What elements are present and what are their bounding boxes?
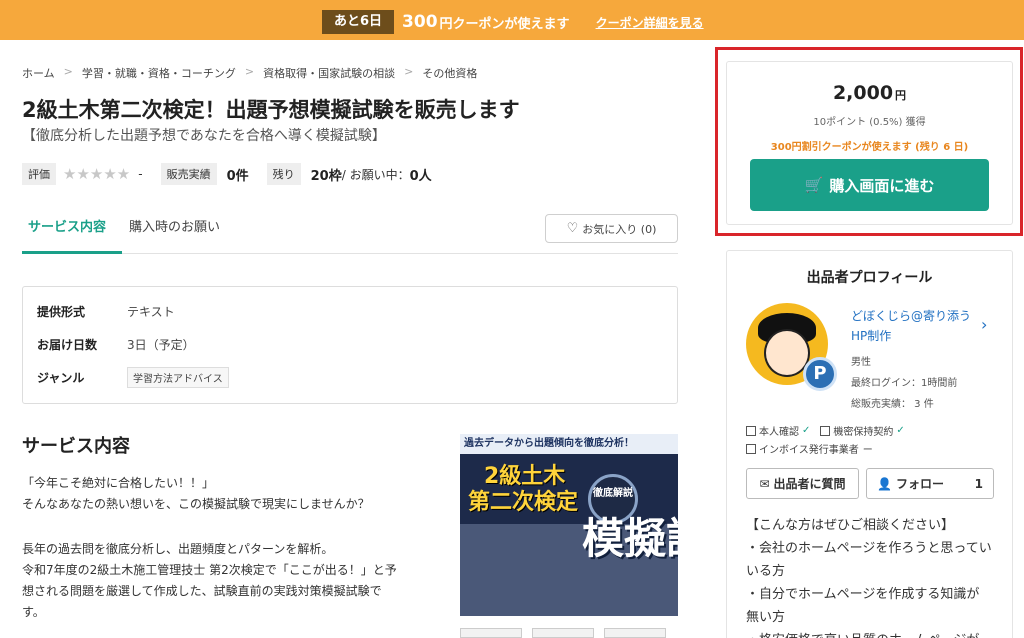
breadcrumb-separator: > xyxy=(404,65,414,78)
message-icon: ✉ xyxy=(759,476,770,491)
spec-row-delivery: お届け日数 3日（予定） xyxy=(37,336,195,353)
star-icon: ★★★★★ xyxy=(63,165,131,183)
seller-gender: 男性 xyxy=(851,357,871,368)
favorite-label: お気に入り (0) xyxy=(582,222,657,236)
profile-description-line: 【こんな方はぜひご相談ください】 xyxy=(746,518,955,533)
lock-icon xyxy=(820,425,831,436)
product-image-main-text: 模擬試験 xyxy=(582,514,678,563)
content-line: 令和7年度の2級土木施工管理技士 第2次検定で「ここが出る！」と予 xyxy=(22,563,397,577)
profile-description-line: ・格安価格で高い品質のホームページが xyxy=(746,629,979,638)
breadcrumb-item-qualification[interactable]: 資格取得・国家試験の相談 xyxy=(263,65,395,81)
remain-label: 残り xyxy=(266,163,301,185)
follow-label: フォロー xyxy=(895,477,944,491)
thumbnail[interactable] xyxy=(532,628,594,638)
check-icon: ✓ xyxy=(802,425,811,436)
seller-name-link[interactable]: どぼくじら@寄り添うHP制作 xyxy=(851,306,977,346)
banner-amount-suffix: 円クーポンが使えます xyxy=(439,16,570,32)
breadcrumb-item-learning[interactable]: 学習・就職・資格・コーチング xyxy=(82,65,236,81)
price-unit: 円 xyxy=(895,89,907,102)
breadcrumb: ホーム > 学習・就職・資格・コーチング > 資格取得・国家試験の相談 > その… xyxy=(22,65,477,81)
id-card-icon xyxy=(746,425,756,436)
breadcrumb-item-home[interactable]: ホーム xyxy=(22,65,55,81)
tab-service-content[interactable]: サービス内容 xyxy=(22,212,122,254)
seller-profile-card: 出品者プロフィール P どぼくじら@寄り添うHP制作 › 男性 最終ログイン：1… xyxy=(726,250,1013,638)
ask-seller-label: 出品者に質問 xyxy=(773,477,846,491)
buy-button[interactable]: 🛒 購入画面に進む xyxy=(750,159,989,211)
cart-icon: 🛒 xyxy=(804,176,824,194)
verification-label: 本人確認 xyxy=(759,427,799,438)
user-plus-icon: 👤 xyxy=(877,476,892,491)
price-card: 2,000 円 10ポイント (0.5%) 獲得 300円割引クーポンが使えます … xyxy=(726,61,1013,225)
favorite-button[interactable]: ♡ お気に入り (0) xyxy=(545,214,678,243)
thumbnail[interactable] xyxy=(460,628,522,638)
spec-value: 3日（予定） xyxy=(127,338,195,352)
price-value: 2,000 xyxy=(832,82,894,104)
coupon-note: 300円割引クーポンが使えます (残り 6 日) xyxy=(770,142,969,153)
thumbnail[interactable] xyxy=(604,628,666,638)
section-title: サービス内容 xyxy=(22,436,130,457)
points-earned: 10ポイント (0.5%) 獲得 xyxy=(813,117,926,128)
spec-row-format: 提供形式 テキスト xyxy=(37,303,175,320)
seller-total-sales: 総販売実績： 3 件 xyxy=(851,399,934,410)
spec-value: テキスト xyxy=(127,305,175,319)
spec-label: ジャンル xyxy=(37,371,85,385)
profile-description-line: いる方 xyxy=(746,564,786,579)
product-image-top-text: 過去データから出題傾向を徹底分析！ xyxy=(460,434,678,454)
verification-label: 機密保持契約 xyxy=(833,427,894,438)
remain-value: 20枠 xyxy=(310,168,342,184)
check-icon: ✓ xyxy=(896,425,905,436)
banner-days-left: あと6日 xyxy=(322,10,395,34)
profile-description-line: ・自分でホームページを作成する知識が xyxy=(746,587,980,602)
heart-icon: ♡ xyxy=(566,221,579,236)
spec-label: 提供形式 xyxy=(37,305,86,319)
pro-badge-icon: P xyxy=(803,357,837,391)
profile-description-line: 無い方 xyxy=(746,610,786,625)
verification-label: インボイス発行事業者 xyxy=(759,445,859,456)
banner-content: あと6日 300 円クーポンが使えます クーポン詳細を見る xyxy=(322,10,704,34)
seller-last-login: 最終ログイン：1時間前 xyxy=(851,378,958,389)
product-image-heading2: 第二次検定 xyxy=(468,490,579,515)
content-line: 「今年こそ絶対に合格したい！！」 xyxy=(22,476,215,490)
tab-purchase-request[interactable]: 購入時のお願い xyxy=(129,212,220,254)
profile-description-line: ・会社のホームページを作ろうと思ってい xyxy=(746,541,992,556)
rating-label: 評価 xyxy=(22,163,56,185)
coupon-detail-link[interactable]: クーポン詳細を見る xyxy=(596,14,704,31)
page-subtitle: 【徹底分析した出題予想であなたを合格へ導く模擬試験】 xyxy=(22,128,386,144)
buy-button-label: 購入画面に進む xyxy=(829,176,935,195)
sales-label: 販売実績 xyxy=(160,163,217,185)
thumbnail-strip xyxy=(460,628,676,638)
product-image[interactable]: 過去データから出題傾向を徹底分析！ 2級土木 第二次検定 徹底解説 模擬試験 xyxy=(460,434,678,616)
document-icon xyxy=(746,443,756,454)
spec-label: お届け日数 xyxy=(37,338,98,352)
content-line: 想される問題を厳選して作成した、試験直前の実践対策模擬試験で xyxy=(22,584,382,598)
chevron-right-icon[interactable]: › xyxy=(981,315,987,334)
page-title: 2級土木第二次検定！出題予想模擬試験を販売します xyxy=(22,98,520,122)
request-value: 0人 xyxy=(409,168,432,184)
price: 2,000 円 xyxy=(727,82,1012,104)
breadcrumb-item-other[interactable]: その他資格 xyxy=(422,65,477,81)
breadcrumb-separator: > xyxy=(244,65,255,78)
coupon-banner: あと6日 300 円クーポンが使えます クーポン詳細を見る xyxy=(0,0,1024,40)
spec-box: 提供形式 テキスト お届け日数 3日（予定） ジャンル 学習方法アドバイス xyxy=(22,286,678,404)
breadcrumb-separator: > xyxy=(63,65,73,78)
stats-row: 評価 ★★★★★ - 販売実績 0件 残り 20枠 / お願い中： 0人 xyxy=(22,163,432,185)
follow-count: 1 xyxy=(974,477,983,491)
genre-chip[interactable]: 学習方法アドバイス xyxy=(127,367,229,388)
rating-value: - xyxy=(138,167,143,181)
invoice-value: ー xyxy=(862,445,873,456)
banner-amount: 300 xyxy=(402,12,438,32)
profile-title: 出品者プロフィール xyxy=(806,270,933,286)
sales-value: 0件 xyxy=(226,168,249,184)
content-line: す。 xyxy=(22,605,45,619)
verification-invoice: インボイス発行事業者 ー xyxy=(746,441,873,456)
request-label: / お願い中： xyxy=(341,167,410,182)
follow-button[interactable]: 👤 フォロー 1 xyxy=(866,468,994,499)
verification-identity: 本人確認 ✓ 機密保持契約 ✓ xyxy=(746,423,905,438)
spec-row-genre: ジャンル 学習方法アドバイス xyxy=(37,367,229,388)
ask-seller-button[interactable]: ✉ 出品者に質問 xyxy=(746,468,859,499)
content-line: 長年の過去問を徹底分析し、出題頻度とパターンを解析。 xyxy=(22,542,334,556)
content-line: そんなあなたの熱い想いを、この模擬試験で現実にしませんか？ xyxy=(22,497,370,511)
